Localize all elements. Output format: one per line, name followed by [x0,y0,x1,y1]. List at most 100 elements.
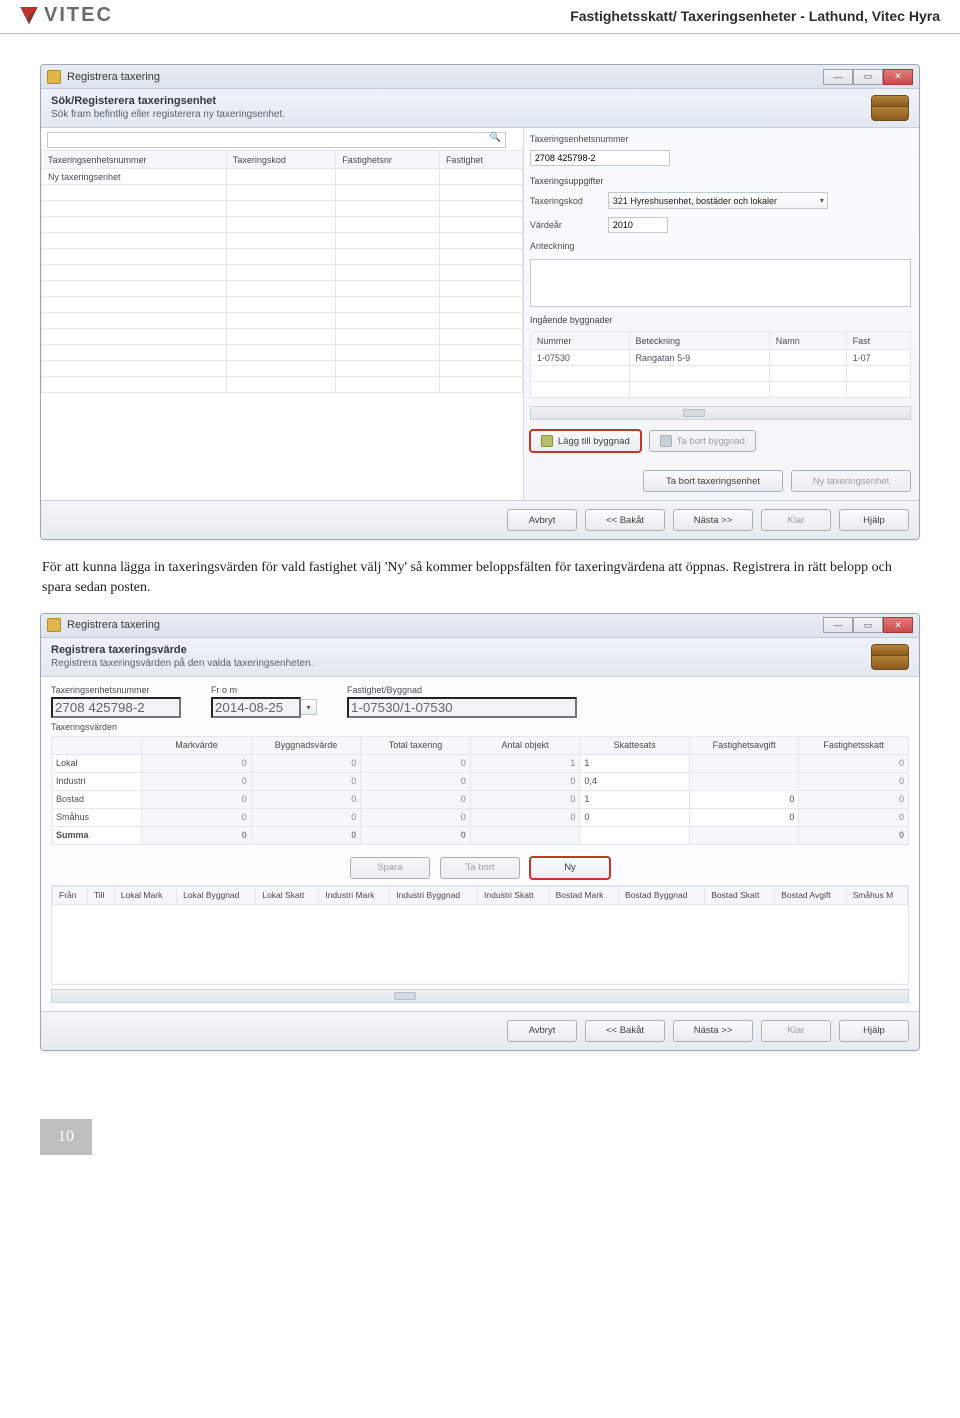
cell: 1-07530 [530,350,629,366]
hjalp-button[interactable]: Hjälp [839,509,909,531]
cell-avgift[interactable] [689,826,799,844]
cell-avgift[interactable] [689,754,799,772]
cell-avgift[interactable]: 0 [689,790,799,808]
col-header[interactable]: Industri Skatt [478,886,550,904]
date-dropdown-button[interactable]: ▾ [301,699,317,715]
cell-sats[interactable]: 0,4 [580,772,690,790]
nasta-button[interactable]: Nästa >> [673,509,753,531]
cell-mark[interactable]: 0 [142,772,252,790]
spara-button[interactable]: Spara [350,857,430,879]
cell-bygg[interactable]: 0 [251,790,361,808]
enhetsnummer-input[interactable] [530,150,670,166]
cell-total[interactable]: 0 [361,826,471,844]
cell-total[interactable]: 0 [361,754,471,772]
cell-total[interactable]: 0 [361,790,471,808]
col-header[interactable]: Industri Byggnad [390,886,478,904]
close-button[interactable]: ✕ [883,69,913,85]
col-header[interactable]: Taxeringsenhetsnummer [42,151,227,169]
horizontal-scrollbar[interactable] [51,989,909,1003]
tabort-button[interactable]: Ta bort [440,857,520,879]
ny-button[interactable]: Ny [530,857,610,879]
anteckning-textarea[interactable] [530,259,911,307]
btn-label: Klar [788,1025,805,1036]
avbryt-button[interactable]: Avbryt [507,1020,577,1042]
cell-mark[interactable]: 0 [142,754,252,772]
bakat-button[interactable]: << Bakåt [585,1020,665,1042]
table-row[interactable]: Ny taxeringsenhet [42,169,523,185]
col-header[interactable]: Beteckning [629,332,769,350]
cell-skatt[interactable]: 0 [799,826,909,844]
col-header[interactable]: Bostad Mark [549,886,618,904]
close-button[interactable]: ✕ [883,617,913,633]
results-grid[interactable]: Taxeringsenhetsnummer Taxeringskod Fasti… [41,150,523,393]
col-header[interactable]: Lokal Byggnad [177,886,256,904]
cell-skatt[interactable]: 0 [799,772,909,790]
col-header[interactable]: Lokal Mark [114,886,176,904]
cell-total[interactable]: 0 [361,772,471,790]
history-table[interactable]: FrånTillLokal MarkLokal ByggnadLokal Ska… [52,886,908,983]
klar-button[interactable]: Klar [761,509,831,531]
new-enhet-button[interactable]: Ny taxeringsenhet [791,470,911,492]
maximize-button[interactable]: ▭ [853,617,883,633]
cell-antal[interactable]: 0 [470,808,580,826]
minimize-button[interactable]: — [823,617,853,633]
col-header[interactable]: Bostad Skatt [705,886,775,904]
col-header[interactable]: Namn [769,332,846,350]
btn-label: Hjälp [863,1025,885,1036]
col-header[interactable]: Fastighet [439,151,522,169]
klar-button[interactable]: Klar [761,1020,831,1042]
taxkod-select[interactable]: 321 Hyreshusenhet, bostäder och lokaler … [608,192,828,209]
cell-antal[interactable] [470,826,580,844]
cell-bygg[interactable]: 0 [251,772,361,790]
col-header[interactable]: Bostad Byggnad [619,886,705,904]
cell-antal[interactable]: 0 [470,790,580,808]
cell: Ny taxeringsenhet [42,169,227,185]
bakat-button[interactable]: << Bakåt [585,509,665,531]
col-header[interactable]: Fast [846,332,910,350]
add-building-button[interactable]: Lägg till byggnad [530,430,641,452]
ingaende-grid[interactable]: Nummer Beteckning Namn Fast 1-07530 Rang… [530,331,911,398]
cell-mark[interactable]: 0 [142,808,252,826]
col-header[interactable]: Fastighetsnr [336,151,440,169]
cell-sats[interactable] [580,826,690,844]
vardear-input[interactable] [608,217,668,233]
cell-mark[interactable]: 0 [142,826,252,844]
col-header[interactable]: Lokal Skatt [256,886,319,904]
table-row[interactable]: 1-07530 Rangatan 5-9 1-07 [530,350,910,366]
col-header[interactable]: Taxeringskod [226,151,335,169]
search-input[interactable] [47,132,506,148]
cell-sats[interactable]: 1 [580,754,690,772]
horizontal-scrollbar[interactable] [530,406,911,420]
cell-sats[interactable]: 1 [580,790,690,808]
cell-avgift[interactable] [689,772,799,790]
cell-skatt[interactable]: 0 [799,790,909,808]
cell-bygg[interactable]: 0 [251,826,361,844]
cell-antal[interactable]: 0 [470,772,580,790]
cell-antal[interactable]: 1 [470,754,580,772]
cell-total[interactable]: 0 [361,808,471,826]
minimize-button[interactable]: — [823,69,853,85]
cell-sats[interactable]: 0 [580,808,690,826]
col-header[interactable]: Till [87,886,114,904]
enhetsnr-label: Taxeringsenhetsnummer [51,685,181,695]
cell-skatt[interactable]: 0 [799,808,909,826]
hjalp-button[interactable]: Hjälp [839,1020,909,1042]
cell-skatt[interactable]: 0 [799,754,909,772]
col-header[interactable]: Bostad Avgift [775,886,846,904]
remove-enhet-button[interactable]: Ta bort taxeringsenhet [643,470,783,492]
maximize-button[interactable]: ▭ [853,69,883,85]
remove-building-button[interactable]: Ta bort byggnad [649,430,756,452]
col-header[interactable]: Nummer [530,332,629,350]
avbryt-button[interactable]: Avbryt [507,509,577,531]
cell-mark[interactable]: 0 [142,790,252,808]
logo-icon [20,7,38,25]
cell-avgift[interactable]: 0 [689,808,799,826]
col-header[interactable]: Industri Mark [319,886,390,904]
nasta-button[interactable]: Nästa >> [673,1020,753,1042]
cell-bygg[interactable]: 0 [251,754,361,772]
col-header[interactable]: Småhus M [846,886,907,904]
col-header[interactable]: Från [53,886,88,904]
from-input[interactable] [211,697,301,718]
taxkod-label: Taxeringskod [530,196,602,206]
cell-bygg[interactable]: 0 [251,808,361,826]
